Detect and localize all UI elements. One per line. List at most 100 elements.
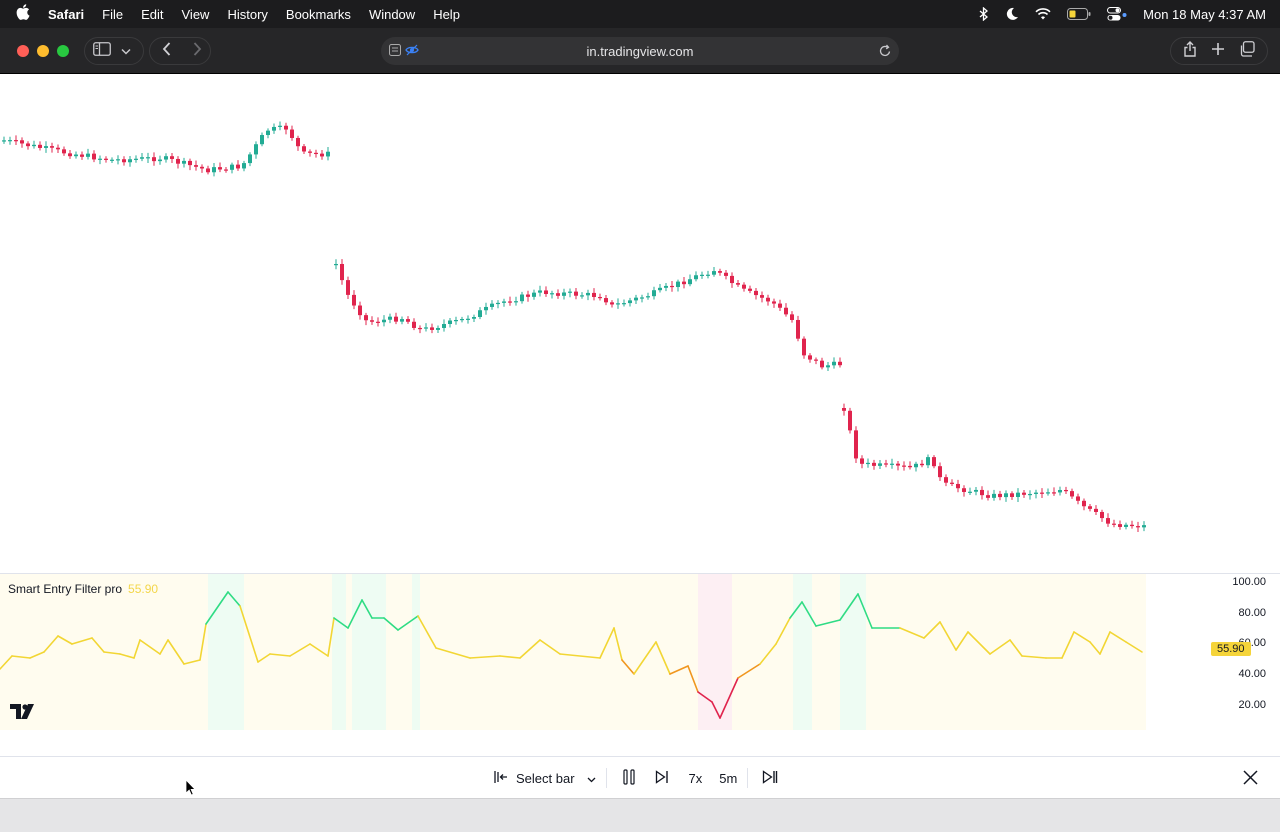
menu-view[interactable]: View [173,7,219,22]
menubar-clock[interactable]: Mon 18 May 4:37 AM [1143,7,1266,22]
candle [532,292,536,297]
candle [670,285,674,288]
menu-bookmarks[interactable]: Bookmarks [277,7,360,22]
focus-moon-icon[interactable] [1005,7,1019,21]
menu-bar: Safari File Edit View History Bookmarks … [0,0,1280,28]
candle [1136,526,1140,528]
candle [50,146,54,148]
candle [418,327,422,330]
page-menu-icon[interactable] [389,44,401,59]
candle [284,125,288,130]
candle [352,294,356,306]
candle [748,288,752,291]
candle [1118,524,1122,527]
candle [32,144,36,147]
interval-button[interactable]: 5m [719,771,737,786]
bullish-zone [793,574,812,730]
candle [206,168,210,173]
candle [230,164,234,170]
menu-help[interactable]: Help [424,7,469,22]
candle [1130,524,1134,527]
window-controls [17,45,69,57]
candle [334,263,338,266]
new-tab-icon[interactable] [1211,42,1225,61]
candle [736,283,740,285]
share-icon[interactable] [1183,40,1197,62]
candle [62,149,66,154]
chevron-down-icon[interactable] [121,42,131,60]
minimize-window-button[interactable] [37,45,49,57]
reload-icon[interactable] [879,44,891,60]
indicator-name[interactable]: Smart Entry Filter pro [8,582,122,596]
candle [808,355,812,360]
candle [992,493,996,498]
close-replay-icon[interactable] [1243,770,1258,790]
battery-icon[interactable] [1067,8,1091,20]
select-bar-button[interactable]: Select bar [516,771,575,786]
candle [1094,508,1098,512]
candle [8,140,12,142]
address-bar[interactable]: in.tradingview.com [381,37,899,65]
indicator-pane[interactable] [0,574,1280,732]
tradingview-logo[interactable] [10,704,38,724]
candle [290,129,294,138]
candle [152,157,156,162]
indicator-background [0,574,1146,730]
menu-file[interactable]: File [93,7,132,22]
sidebar-icon[interactable] [93,41,111,61]
menu-window[interactable]: Window [360,7,424,22]
candle [176,158,180,164]
candle [766,297,770,302]
candle [430,327,434,330]
candle [424,327,428,329]
candle [1022,492,1026,495]
indicator-legend[interactable]: Smart Entry Filter pro 55.90 [8,582,158,596]
control-center-icon[interactable] [1107,7,1127,21]
candle [968,491,972,493]
select-bar-icon[interactable] [494,770,508,787]
step-forward-icon[interactable] [655,769,669,787]
candle [158,159,162,162]
speed-button[interactable]: 7x [689,771,703,786]
jump-to-realtime-icon[interactable] [762,769,778,787]
menu-edit[interactable]: Edit [132,7,172,22]
candle [944,477,948,483]
wifi-icon[interactable] [1035,8,1051,20]
candle [188,160,192,166]
browser-bottom-bar [0,798,1280,832]
candle [314,152,318,155]
price-chart[interactable] [0,74,1280,574]
candle [1100,511,1104,519]
candle [182,160,186,164]
divider [605,768,607,788]
candle [412,321,416,328]
back-icon[interactable] [162,41,171,61]
candle [1010,493,1014,497]
close-window-button[interactable] [17,45,29,57]
candle [346,280,350,295]
chevron-down-icon[interactable] [587,771,596,786]
candle [400,319,404,322]
candle [778,303,782,308]
pause-icon[interactable] [622,768,635,788]
candle [652,290,656,297]
bluetooth-icon[interactable] [979,7,989,21]
menu-history[interactable]: History [218,7,276,22]
candle [724,272,728,276]
menu-app-name[interactable]: Safari [46,7,93,22]
candle [484,306,488,311]
candle [1142,525,1146,528]
forward-icon[interactable] [193,41,202,61]
candle [520,294,524,302]
tab-overview-icon[interactable] [1239,40,1255,62]
candle [1088,506,1092,509]
candle [320,153,324,157]
candle [568,291,572,293]
zoom-window-button[interactable] [57,45,69,57]
candle [110,159,114,161]
apple-icon[interactable] [0,4,46,24]
privacy-eye-icon[interactable] [405,44,419,59]
candle [296,137,300,147]
candle [2,140,6,142]
candle [884,463,888,465]
